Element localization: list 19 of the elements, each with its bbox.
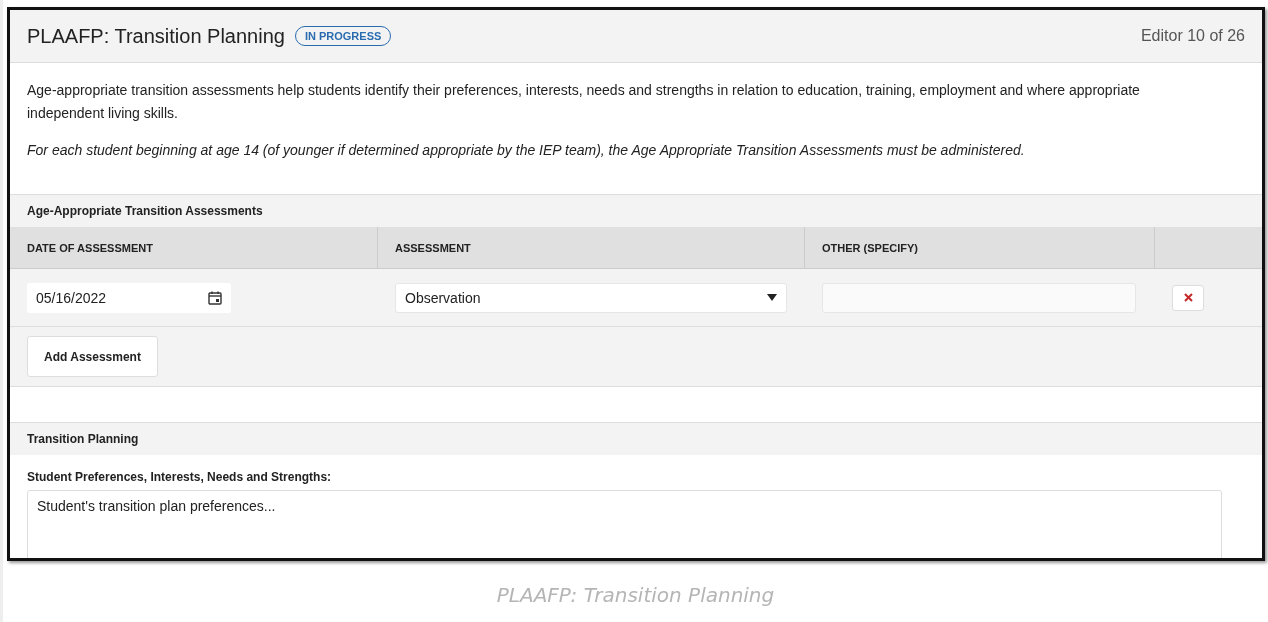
calendar-icon[interactable] <box>207 289 223 306</box>
column-header: ASSESSMENT <box>378 227 805 268</box>
delete-button[interactable] <box>1172 284 1204 311</box>
intro-paragraph: For each student beginning at age 14 (of younger if determined appropriate by the IEP team), the Age Appropriate Transition Assessments must be administered. <box>27 141 1026 160</box>
caret-icon <box>767 294 777 301</box>
intro-paragraph: Age-appropriate transition assessments help students identify their preferences, interests, needs and strengths in relation to education, training, employment and where appropriate independent living skills. <box>27 81 1141 123</box>
add-assessment-button[interactable]: Add Assessment <box>27 336 158 377</box>
date-field[interactable]: 05/16/2022 <box>27 282 231 313</box>
section-title: Age-Appropriate Transition Assessments <box>27 204 263 218</box>
preferences-text-area[interactable]: Student's transition plan preferences... <box>27 490 1222 558</box>
editor-counter: Editor 10 of 26 <box>1140 27 1245 45</box>
column-header: OTHER (SPECIFY) <box>805 227 1155 268</box>
figure-caption: PLAAFP: Transition Planning <box>495 583 776 607</box>
assessment-dropdown[interactable]: Observation <box>395 282 787 313</box>
field-label: Student Preferences, Interests, Needs and Strengths: <box>27 470 333 484</box>
section-title: Transition Planning <box>27 432 139 446</box>
close-icon <box>1183 293 1193 302</box>
editor-title: PLAAFP: Transition Planning <box>27 24 285 48</box>
column-header: DATE OF ASSESSMENT <box>10 227 378 268</box>
